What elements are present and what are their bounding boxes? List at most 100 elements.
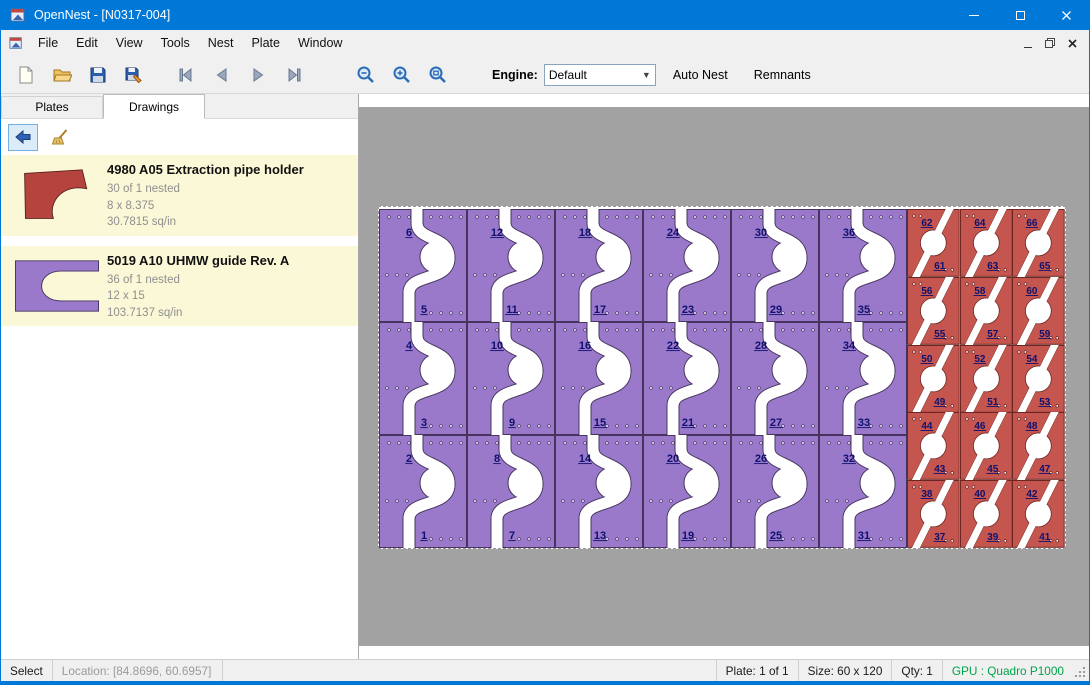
nest-pair-red[interactable]: 6261 — [907, 209, 960, 277]
mdi-minimize-button[interactable] — [1017, 33, 1039, 53]
save-button[interactable] — [81, 60, 115, 90]
nest-pair-purple[interactable]: 1615 — [555, 322, 643, 435]
nest-pair-purple[interactable]: 21 — [379, 435, 467, 548]
nest-pair-purple[interactable]: 1817 — [555, 209, 643, 322]
nest-pair-purple[interactable]: 109 — [467, 322, 555, 435]
drawing-item-uhmw-guide[interactable]: 5019 A10 UHMW guide Rev. A 36 of 1 neste… — [1, 246, 358, 327]
drawing-item-extraction-pipe-holder[interactable]: 4980 A05 Extraction pipe holder 30 of 1 … — [1, 155, 358, 236]
nest-pair-purple[interactable]: 2019 — [643, 435, 731, 548]
zoom-in-icon — [392, 65, 412, 85]
statusbar: Select Location: [84.8696, 60.6957] Plat… — [1, 659, 1089, 681]
nest-pair-purple[interactable]: 3029 — [731, 209, 819, 322]
save-as-button[interactable] — [117, 60, 151, 90]
sidebar-tabstrip: Plates Drawings — [1, 94, 358, 119]
nest-pair-red[interactable]: 4241 — [1012, 480, 1065, 548]
nest-pair-red[interactable]: 6463 — [960, 209, 1013, 277]
nest-pair-purple[interactable]: 65 — [379, 209, 467, 322]
nest-pair-purple[interactable]: 1413 — [555, 435, 643, 548]
status-size: Size: 60 x 120 — [798, 660, 892, 681]
menu-item-view[interactable]: View — [107, 32, 152, 54]
menu-item-tools[interactable]: Tools — [152, 32, 199, 54]
engine-value: Default — [549, 68, 642, 82]
nest-pair-purple[interactable]: 43 — [379, 322, 467, 435]
close-button[interactable] — [1043, 0, 1089, 30]
nest-pair-purple[interactable]: 1211 — [467, 209, 555, 322]
menu-item-file[interactable]: File — [29, 32, 67, 54]
drawing-area: 30.7815 sq/in — [107, 214, 352, 231]
resize-grip[interactable] — [1073, 660, 1089, 681]
nest-pair-purple[interactable]: 2625 — [731, 435, 819, 548]
app-icon — [10, 7, 26, 23]
nest-pair-purple[interactable]: 3433 — [819, 322, 907, 435]
nest-pair-red[interactable]: 6059 — [1012, 277, 1065, 345]
mdi-close-button[interactable] — [1061, 33, 1083, 53]
drawing-meta: 5019 A10 UHMW guide Rev. A 36 of 1 neste… — [107, 251, 352, 322]
nest-pair-red[interactable]: 5857 — [960, 277, 1013, 345]
nest-pair-red[interactable]: 5251 — [960, 345, 1013, 413]
window-title: OpenNest - [N0317-004] — [34, 8, 170, 22]
nest-canvas: 6512111817242330293635431091615222128273… — [359, 94, 1089, 659]
nest-pair-purple[interactable]: 87 — [467, 435, 555, 548]
nest-pair-red[interactable]: 4645 — [960, 412, 1013, 480]
menu-item-plate[interactable]: Plate — [242, 32, 289, 54]
new-button[interactable] — [9, 60, 43, 90]
canvas-viewport[interactable]: 6512111817242330293635431091615222128273… — [359, 107, 1089, 646]
next-plate-button[interactable] — [241, 60, 275, 90]
clear-button[interactable] — [45, 124, 75, 151]
plate[interactable]: 6512111817242330293635431091615222128273… — [378, 206, 1066, 549]
nest-pair-red[interactable]: 6665 — [1012, 209, 1065, 277]
status-mode: Select — [1, 660, 53, 681]
menu-item-nest[interactable]: Nest — [199, 32, 243, 54]
remnants-button[interactable]: Remnants — [745, 63, 820, 87]
nest-pair-red[interactable]: 5655 — [907, 277, 960, 345]
menubar: File Edit View Tools Nest Plate Window — [1, 30, 1089, 56]
open-button[interactable] — [45, 60, 79, 90]
maximize-icon — [1016, 11, 1025, 20]
menu-item-window[interactable]: Window — [289, 32, 351, 54]
last-icon — [284, 65, 304, 85]
nest-pair-purple[interactable]: 3635 — [819, 209, 907, 322]
broom-icon — [51, 128, 69, 146]
nest-pair-red[interactable]: 3837 — [907, 480, 960, 548]
chevron-down-icon: ▼ — [642, 70, 651, 80]
close-icon — [1067, 38, 1078, 49]
zoom-out-icon — [356, 65, 376, 85]
first-plate-button[interactable] — [169, 60, 203, 90]
drawing-title: 5019 A10 UHMW guide Rev. A — [107, 253, 352, 268]
zoom-out-button[interactable] — [349, 60, 383, 90]
nest-pair-purple[interactable]: 3231 — [819, 435, 907, 548]
nest-pair-purple[interactable]: 2423 — [643, 209, 731, 322]
red-parts-grid: 626164636665 565558576059 504952515453 4443… — [907, 209, 1065, 548]
maximize-button[interactable] — [997, 0, 1043, 30]
grip-icon — [1075, 667, 1086, 678]
tab-drawings[interactable]: Drawings — [103, 94, 205, 119]
first-icon — [176, 65, 196, 85]
previous-icon — [212, 65, 232, 85]
nest-pair-red[interactable]: 4443 — [907, 412, 960, 480]
zoom-fit-button[interactable] — [421, 60, 455, 90]
titlebar: OpenNest - [N0317-004] — [1, 0, 1089, 30]
menu-item-edit[interactable]: Edit — [67, 32, 107, 54]
drawing-meta: 4980 A05 Extraction pipe holder 30 of 1 … — [107, 160, 352, 231]
nest-pair-red[interactable]: 5453 — [1012, 345, 1065, 413]
engine-select[interactable]: Default ▼ — [544, 64, 656, 86]
mdi-restore-button[interactable] — [1039, 33, 1061, 53]
nest-pair-purple[interactable]: 2221 — [643, 322, 731, 435]
zoom-fit-icon — [428, 65, 448, 85]
move-to-plate-button[interactable] — [8, 124, 38, 151]
nest-pair-red[interactable]: 5049 — [907, 345, 960, 413]
minimize-icon — [1024, 47, 1032, 48]
save-icon — [88, 65, 108, 85]
document-icon — [9, 36, 23, 50]
nest-pair-purple[interactable]: 2827 — [731, 322, 819, 435]
last-plate-button[interactable] — [277, 60, 311, 90]
tab-plates[interactable]: Plates — [1, 96, 103, 118]
nest-pair-red[interactable]: 4847 — [1012, 412, 1065, 480]
minimize-button[interactable] — [951, 0, 997, 30]
next-icon — [248, 65, 268, 85]
previous-plate-button[interactable] — [205, 60, 239, 90]
auto-nest-button[interactable]: Auto Nest — [664, 63, 737, 87]
drawing-nested-count: 36 of 1 nested — [107, 272, 352, 289]
zoom-in-button[interactable] — [385, 60, 419, 90]
nest-pair-red[interactable]: 4039 — [960, 480, 1013, 548]
